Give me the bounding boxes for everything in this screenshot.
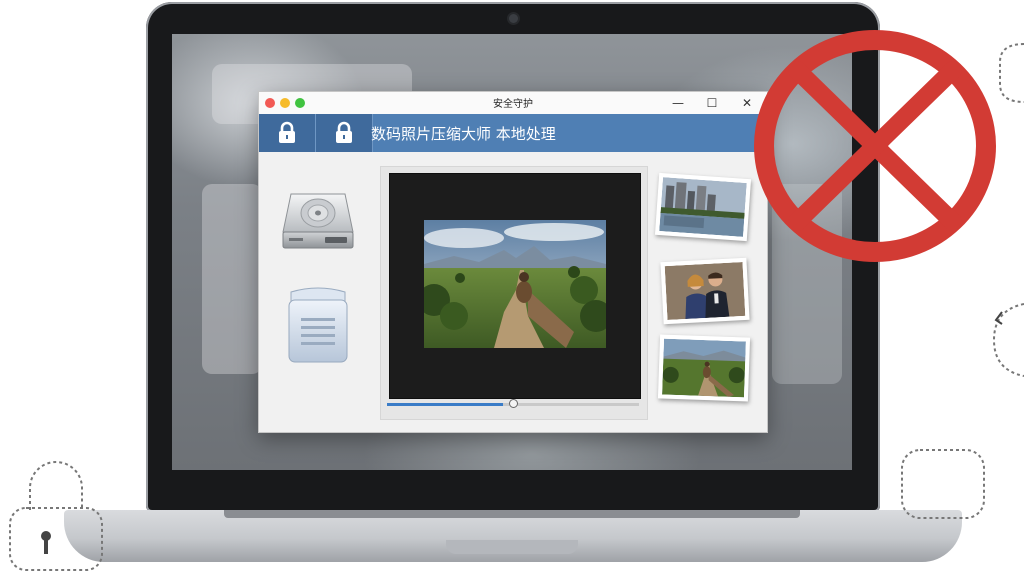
- header-band: 数码照片压缩大师 本地处理: [259, 114, 767, 152]
- sidebar: [259, 152, 367, 432]
- thumbnail-1[interactable]: [654, 172, 752, 242]
- preview-panel: [380, 166, 648, 420]
- padlock-outline-icon: [9, 461, 103, 571]
- lock-tab-2[interactable]: [316, 114, 373, 152]
- lock-icon: [336, 121, 352, 143]
- lock-icon: [279, 121, 295, 143]
- maximize-button[interactable]: ☐: [699, 92, 725, 114]
- title-bar: 安全守护 — ☐ ✕: [259, 92, 767, 115]
- thumbnail-2[interactable]: [660, 257, 750, 325]
- webcam-icon: [509, 14, 518, 23]
- image-viewer: [389, 173, 641, 399]
- lock-tab-1[interactable]: [259, 114, 316, 152]
- laptop-opening-notch: [446, 540, 578, 554]
- hard-drive-icon[interactable]: [281, 188, 355, 252]
- cursor-outline-icon: [992, 303, 1024, 377]
- couple-portrait-image: [664, 261, 746, 321]
- blurred-desktop-shape: [202, 184, 262, 374]
- person-on-path-image: [662, 338, 746, 398]
- minimize-button[interactable]: —: [665, 92, 691, 114]
- thumbnail-3[interactable]: [657, 334, 751, 402]
- progress-slider[interactable]: [387, 399, 639, 408]
- main-photo[interactable]: [424, 220, 606, 348]
- prohibited-sign-icon: [754, 30, 996, 262]
- city-lake-image: [659, 177, 747, 237]
- rounded-square-outline-icon: [901, 449, 985, 519]
- app-title: 数码照片压缩大师 本地处理: [371, 125, 556, 143]
- progress-knob[interactable]: [508, 399, 518, 408]
- app-window: 安全守护 — ☐ ✕ 数码照片压缩大师 本地处理: [258, 91, 768, 433]
- landscape-photo-image: [424, 220, 606, 348]
- progress-fill: [387, 403, 503, 406]
- document-storage-icon[interactable]: [285, 286, 351, 366]
- rounded-square-outline-icon: [999, 43, 1024, 103]
- laptop-hinge: [224, 510, 800, 518]
